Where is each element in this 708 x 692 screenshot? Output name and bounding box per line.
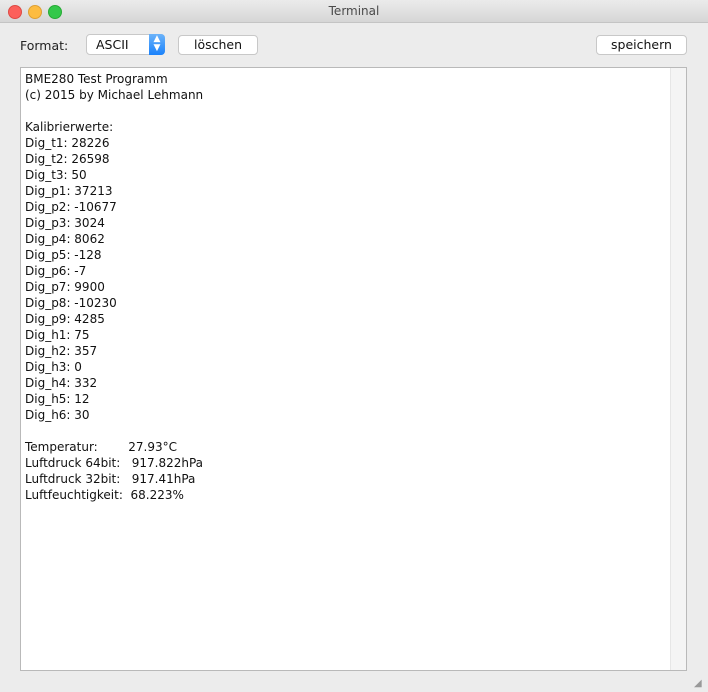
output-line: Dig_h2: 357	[25, 344, 98, 358]
title-bar[interactable]: Terminal	[0, 0, 708, 23]
format-value: ASCII	[96, 37, 129, 52]
output-line: Dig_p2: -10677	[25, 200, 117, 214]
output-line: Dig_p1: 37213	[25, 184, 113, 198]
output-line: Dig_h4: 332	[25, 376, 98, 390]
save-button[interactable]: speichern	[596, 35, 687, 55]
output-line: Dig_p9: 4285	[25, 312, 105, 326]
output-line: Dig_h1: 75	[25, 328, 90, 342]
output-line: Dig_p6: -7	[25, 264, 87, 278]
output-line: Dig_h3: 0	[25, 360, 82, 374]
output-line: Dig_p7: 9900	[25, 280, 105, 294]
output-line: (c) 2015 by Michael Lehmann	[25, 88, 204, 102]
output-line: BME280 Test Programm	[25, 72, 168, 86]
output-line: Luftdruck 32bit: 917.41hPa	[25, 472, 196, 486]
window-title: Terminal	[328, 4, 380, 18]
output-line: Kalibrierwerte:	[25, 120, 114, 134]
output-line: Dig_p5: -128	[25, 248, 102, 262]
output-line: Dig_h5: 12	[25, 392, 90, 406]
output-line: Dig_p8: -10230	[25, 296, 117, 310]
output-line: Dig_t1: 28226	[25, 136, 110, 150]
output-line: Dig_p4: 8062	[25, 232, 105, 246]
output-line: Temperatur: 27.93°C	[25, 440, 177, 454]
output-text: BME280 Test Programm (c) 2015 by Michael …	[25, 71, 203, 503]
resize-grip-icon[interactable]: ◢	[694, 678, 706, 690]
output-line: Dig_h6: 30	[25, 408, 90, 422]
output-line: Dig_t2: 26598	[25, 152, 110, 166]
format-select[interactable]: ASCII ▲ ▼	[86, 34, 165, 55]
format-label: Format:	[20, 38, 69, 53]
output-line: Dig_t3: 50	[25, 168, 87, 182]
vertical-scrollbar[interactable]	[670, 68, 686, 670]
terminal-output[interactable]: BME280 Test Programm (c) 2015 by Michael …	[20, 67, 687, 671]
output-line: Dig_p3: 3024	[25, 216, 105, 230]
chevron-up-down-icon: ▲ ▼	[149, 34, 165, 55]
clear-button[interactable]: löschen	[178, 35, 258, 55]
output-line: Luftfeuchtigkeit: 68.223%	[25, 488, 184, 502]
output-line: Luftdruck 64bit: 917.822hPa	[25, 456, 204, 470]
